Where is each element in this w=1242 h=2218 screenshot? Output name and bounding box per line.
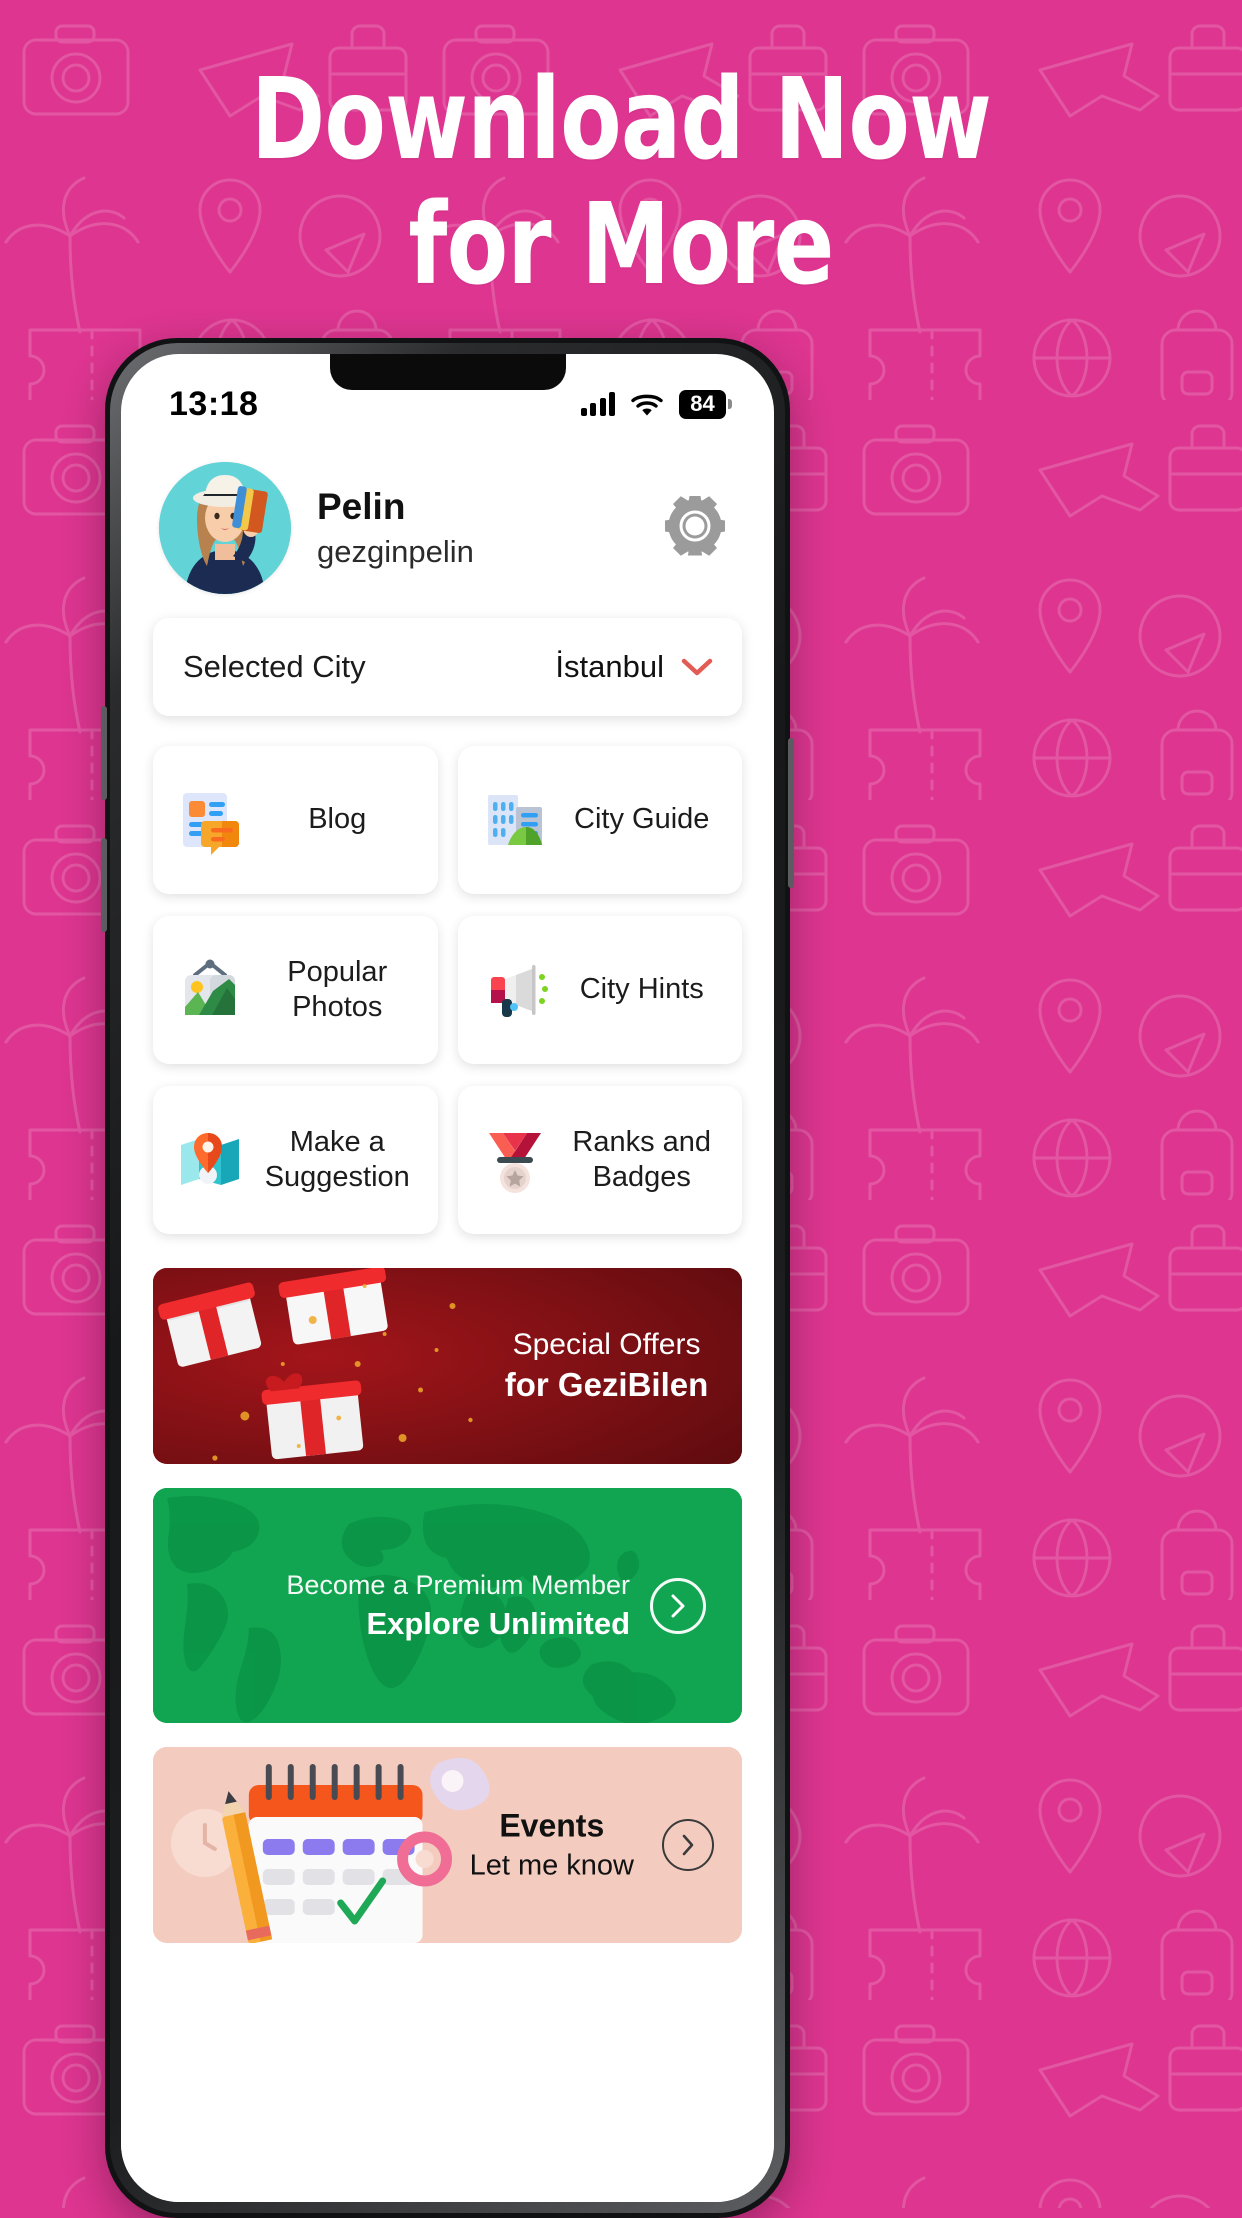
- city-selector-value: İstanbul: [555, 649, 664, 684]
- promo-banner-list: Special Offers for GeziBilen Become a Pr…: [121, 1234, 774, 1943]
- app-content: Pelin gezginpelin Selected City İstanbul…: [121, 436, 774, 2202]
- profile-handle: gezginpelin: [317, 533, 474, 569]
- banner-events-line2: Let me know: [469, 1848, 634, 1881]
- banner-premium[interactable]: Become a Premium Member Explore Unlimite…: [153, 1488, 742, 1723]
- phone-screen: 13:18 84 Pelin gezginpelin Selected City…: [121, 354, 774, 2202]
- city-selector-value-group: İstanbul: [555, 649, 714, 685]
- calendar-artwork: [153, 1747, 742, 1943]
- tile-city-hints-label: City Hints: [579, 973, 704, 1006]
- city-selector-label: Selected City: [183, 649, 366, 684]
- photo-landscape-icon: [173, 953, 247, 1027]
- status-bar-icons: 84: [580, 389, 732, 419]
- banner-premium-text: Become a Premium Member Explore Unlimite…: [286, 1566, 630, 1644]
- battery-percent-label: 84: [679, 389, 726, 419]
- city-buildings-icon: [478, 783, 552, 857]
- gear-icon: [665, 495, 725, 556]
- banner-premium-arrow-button[interactable]: [650, 1577, 706, 1634]
- banner-events[interactable]: Events Let me know: [153, 1747, 742, 1943]
- profile-name: Pelin: [317, 486, 406, 528]
- promo-headline: Download Now for More: [250, 55, 992, 311]
- volume-up-button[interactable]: [101, 706, 107, 800]
- banner-events-arrow-button[interactable]: [662, 1819, 714, 1871]
- profile-header: Pelin gezginpelin: [121, 436, 774, 616]
- battery-indicator: 84: [679, 389, 732, 419]
- banner-events-line1: Events: [499, 1807, 605, 1844]
- blog-article-icon: [173, 783, 247, 857]
- tile-popular-photos-label: Popular Photos: [287, 955, 388, 1023]
- medal-icon: [478, 1123, 552, 1197]
- cellular-signal-icon: [580, 392, 615, 416]
- phone-notch: [329, 354, 566, 390]
- tile-ranks-badges[interactable]: Ranks and Badges: [457, 1086, 742, 1234]
- volume-down-button[interactable]: [101, 838, 107, 932]
- megaphone-icon: [478, 953, 552, 1027]
- city-selector[interactable]: Selected City İstanbul: [153, 618, 742, 716]
- phone-mockup: 13:18 84 Pelin gezginpelin Selected City…: [101, 338, 794, 2218]
- tile-blog[interactable]: Blog: [153, 746, 438, 894]
- tile-city-guide[interactable]: City Guide: [457, 746, 742, 894]
- tile-ranks-badges-label: Ranks and Badges: [572, 1125, 712, 1193]
- banner-premium-line2: Explore Unlimited: [366, 1605, 630, 1641]
- avatar[interactable]: [159, 462, 291, 594]
- banner-special-offers-line1: Special Offers: [512, 1328, 701, 1362]
- profile-text: Pelin gezginpelin: [317, 486, 660, 570]
- banner-special-offers[interactable]: Special Offers for GeziBilen: [153, 1268, 742, 1464]
- settings-button[interactable]: [660, 491, 730, 566]
- tile-make-suggestion[interactable]: Make a Suggestion: [153, 1086, 438, 1234]
- chevron-down-icon: [681, 658, 713, 676]
- tile-blog-label: Blog: [308, 803, 367, 836]
- banner-special-offers-text: Special Offers for GeziBilen: [471, 1325, 742, 1407]
- wifi-icon: [631, 394, 663, 416]
- tile-make-suggestion-label: Make a Suggestion: [264, 1125, 410, 1193]
- feature-tile-grid: Blog City Guide Popular Photos City Hint…: [121, 716, 774, 1234]
- battery-tip: [728, 399, 732, 409]
- map-pin-icon: [173, 1123, 247, 1197]
- tile-city-hints[interactable]: City Hints: [457, 916, 742, 1064]
- banner-special-offers-line2: for GeziBilen: [504, 1366, 709, 1404]
- power-button[interactable]: [788, 738, 794, 888]
- chevron-right-circle-icon: [671, 1594, 685, 1617]
- tile-city-guide-label: City Guide: [574, 803, 710, 836]
- status-bar-time: 13:18: [169, 384, 259, 423]
- banner-events-text: Events Let me know: [470, 1805, 634, 1884]
- banner-premium-line1: Become a Premium Member: [286, 1569, 630, 1600]
- chevron-right-circle-icon: [682, 1834, 694, 1856]
- tile-popular-photos[interactable]: Popular Photos: [153, 916, 438, 1064]
